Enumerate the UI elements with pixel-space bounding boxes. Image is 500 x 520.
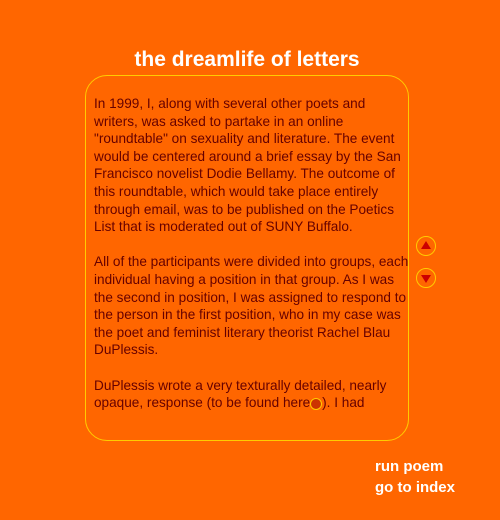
- page-title: the dreamlife of letters: [134, 48, 360, 71]
- paragraph-1: In 1999, I, along with several other poe…: [94, 96, 401, 235]
- triangle-up-icon: [421, 241, 431, 249]
- text-scroll-panel[interactable]: In 1999, I, along with several other poe…: [85, 75, 409, 441]
- scroll-up-button[interactable]: [416, 236, 436, 256]
- here-link-marker-icon[interactable]: [310, 397, 323, 410]
- go-to-index-link[interactable]: go to index: [375, 477, 455, 498]
- text-content: In 1999, I, along with several other poe…: [94, 95, 409, 429]
- run-poem-link[interactable]: run poem: [375, 456, 455, 477]
- scroll-down-button[interactable]: [416, 268, 436, 288]
- paragraph-3-text-end: ). I had: [322, 395, 365, 411]
- nav-links: run poem go to index: [375, 456, 455, 498]
- triangle-down-icon: [421, 275, 431, 283]
- paragraph-2: All of the participants were divided int…: [94, 254, 409, 358]
- paragraph-3: DuPlessis wrote a very texturally detail…: [94, 377, 408, 412]
